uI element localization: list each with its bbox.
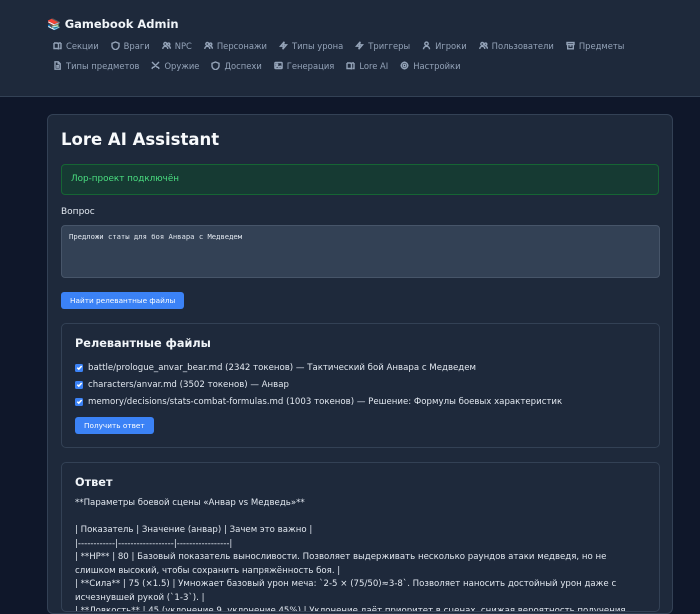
zap-icon [355, 41, 365, 50]
nav-item-label: Игроки [435, 40, 467, 51]
answer-card: Ответ **Параметры боевой сцены «Анвар vs… [61, 462, 660, 612]
nav-item-4[interactable]: Типы урона [273, 40, 349, 51]
image-icon [273, 61, 283, 70]
file-row: memory/decisions/stats-combat-formulas.m… [75, 393, 646, 410]
nav-item-label: NPC [174, 40, 192, 51]
nav-item-label: Персонажи [216, 40, 267, 51]
nav-item-0[interactable]: Секции [47, 40, 105, 51]
nav-item-label: Генерация [286, 60, 335, 71]
app-title: Gamebook Admin [64, 17, 179, 31]
relevant-files-list: battle/prologue_anvar_bear.md (2342 токе… [75, 359, 646, 410]
nav-item-label: Предметы [578, 40, 625, 51]
question-input[interactable]: Предложи статы для боя Анвара с Медведем [61, 225, 660, 278]
checkmark-icon [76, 382, 82, 388]
nav-item-7[interactable]: Пользователи [473, 40, 560, 51]
nav-item-6[interactable]: Игроки [416, 40, 473, 51]
shield-icon [110, 41, 120, 50]
nav-item-9[interactable]: Типы предметов [47, 60, 145, 71]
connection-status-alert: Лор-проект подключён [61, 164, 659, 195]
book-icon [346, 62, 356, 70]
question-label: Вопрос [61, 207, 95, 217]
answer-text: **Параметры боевой сцены «Анвар vs Медве… [75, 498, 626, 612]
shield-icon [211, 61, 221, 70]
app-brand[interactable]: 📚 Gamebook Admin [47, 17, 700, 31]
nav-item-label: Типы урона [291, 40, 344, 51]
users-icon [203, 41, 213, 50]
users-icon [478, 41, 488, 50]
nav-item-10[interactable]: Оружие [145, 60, 205, 71]
nav-item-label: Настройки [413, 60, 461, 71]
users-icon [161, 41, 171, 50]
nav-item-3[interactable]: Персонажи [198, 40, 273, 51]
checkmark-icon [76, 399, 82, 405]
nav-item-label: Секции [66, 40, 99, 51]
file-label: memory/decisions/stats-combat-formulas.m… [88, 396, 563, 407]
page-title: Lore AI Assistant [61, 130, 220, 149]
zap-icon [278, 41, 288, 50]
file-checkbox[interactable] [75, 363, 83, 372]
nav-item-11[interactable]: Доспехи [205, 60, 267, 71]
file-checkbox[interactable] [75, 397, 83, 406]
nav-item-label: Оружие [164, 60, 200, 71]
nav-item-label: Триггеры [368, 40, 411, 51]
top-navigation-bar: 📚 Gamebook Admin Секции Враги NPC Персонажи… [0, 0, 700, 97]
file-checkbox[interactable] [75, 380, 83, 389]
file-row: characters/anvar.md (3502 токенов) — Анв… [75, 376, 646, 393]
swords-icon [151, 61, 161, 70]
checkmark-icon [76, 365, 82, 371]
get-answer-button[interactable]: Получить ответ [75, 417, 154, 434]
nav-item-1[interactable]: Враги [105, 40, 156, 51]
lore-ai-panel: Lore AI Assistant Лор-проект подключён В… [47, 114, 673, 614]
answer-title: Ответ [75, 476, 113, 489]
relevant-files-title: Релевантные файлы [75, 337, 211, 350]
nav-item-label: Враги [123, 40, 150, 51]
file-row: battle/prologue_anvar_bear.md (2342 токе… [75, 359, 646, 376]
nav-item-label: Доспехи [224, 60, 262, 71]
file-label: characters/anvar.md (3502 токенов) — Анв… [88, 379, 289, 390]
gear-icon [400, 61, 409, 70]
book-icon [53, 42, 62, 50]
nav-item-13[interactable]: Lore AI [340, 60, 394, 71]
books-icon: 📚 [47, 17, 61, 31]
file-label: battle/prologue_anvar_bear.md (2342 токе… [88, 362, 477, 373]
nav-item-label: Типы предметов [66, 60, 140, 71]
nav-item-2[interactable]: NPC [156, 40, 198, 51]
nav-item-label: Lore AI [359, 60, 389, 71]
nav-item-label: Пользователи [491, 40, 554, 51]
nav-item-8[interactable]: Предметы [560, 40, 631, 51]
relevant-files-card: Релевантные файлы battle/prologue_anvar_… [61, 323, 660, 448]
nav-item-5[interactable]: Триггеры [349, 40, 416, 51]
main-nav: Секции Враги NPC Персонажи Типы урона Триггер… [47, 40, 647, 71]
nav-item-12[interactable]: Генерация [268, 60, 341, 71]
file-icon [54, 61, 61, 70]
nav-item-14[interactable]: Настройки [394, 60, 466, 71]
find-relevant-files-button[interactable]: Найти релевантные файлы [61, 292, 185, 309]
user-icon [422, 41, 431, 50]
box-icon [566, 41, 575, 50]
